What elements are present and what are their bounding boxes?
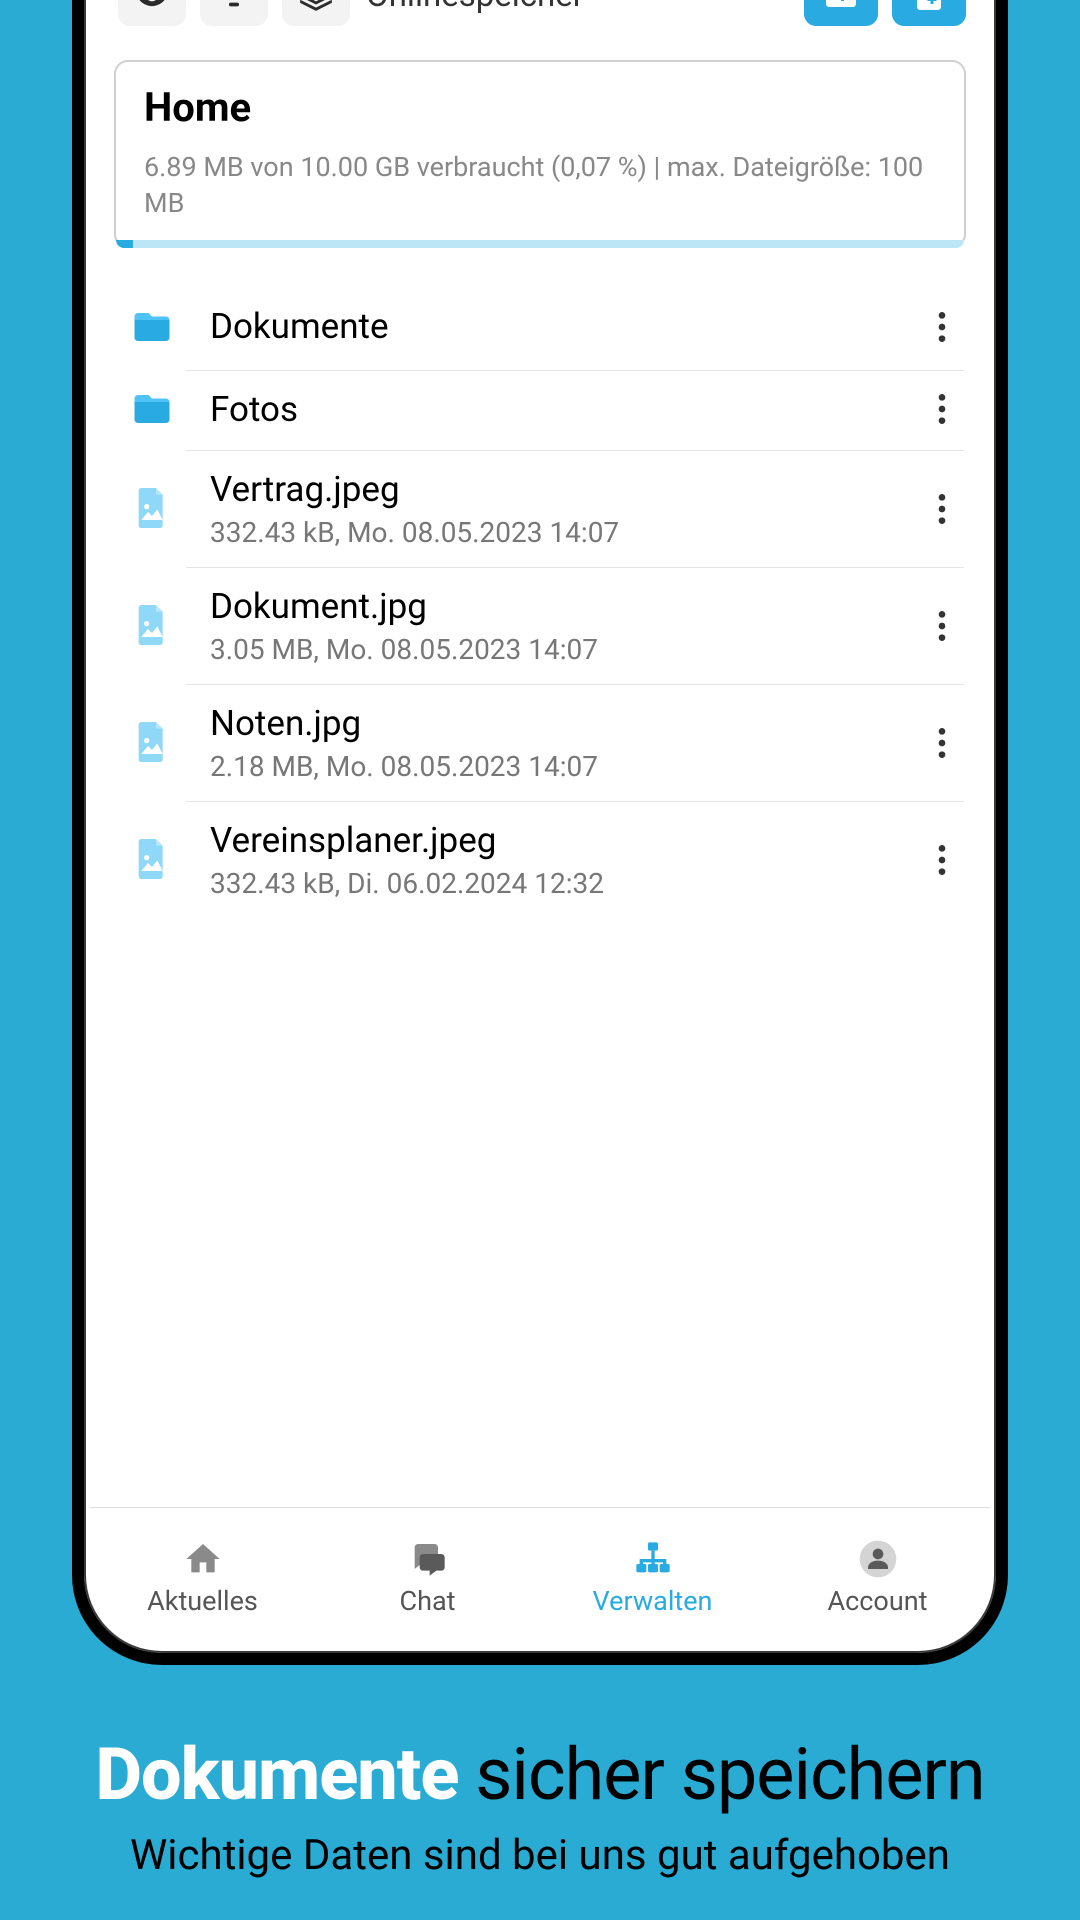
more-icon <box>938 394 946 424</box>
storage-summary-card: Home 6.89 MB von 10.00 GB verbraucht (0,… <box>114 60 966 248</box>
account-icon <box>856 1539 900 1579</box>
item-menu-button[interactable] <box>920 728 964 758</box>
row-icon-wrap <box>118 722 186 762</box>
item-menu-button[interactable] <box>920 394 964 424</box>
manage-icon <box>631 1539 675 1579</box>
item-menu-button[interactable] <box>920 611 964 641</box>
row-body: Vereinsplaner.jpeg 332.43 kB, Di. 06.02.2… <box>186 801 964 918</box>
item-meta: 332.43 kB, Mo. 08.05.2023 14:07 <box>210 516 920 549</box>
phone-frame: Onlinespeicher Home 6.89 MB von 10.00 GB… <box>72 0 1008 1665</box>
eye-icon <box>133 0 171 14</box>
promo-headline-bold: Dokumente <box>95 1732 458 1817</box>
row-icon-wrap <box>118 839 186 879</box>
image-file-icon <box>136 605 168 645</box>
folder-row[interactable]: Dokumente <box>98 286 982 368</box>
item-menu-button[interactable] <box>920 845 964 875</box>
promo-headline: Dokumente sicher speichern <box>36 1732 1044 1817</box>
file-row[interactable]: Noten.jpg 2.18 MB, Mo. 08.05.2023 14:07 <box>98 684 982 801</box>
phone-screen: Onlinespeicher Home 6.89 MB von 10.00 GB… <box>90 0 990 1647</box>
nav-label: Verwalten <box>593 1585 713 1617</box>
item-name: Vertrag.jpeg <box>210 469 920 510</box>
promo-subline: Wichtige Daten sind bei uns gut aufgehob… <box>36 1831 1044 1880</box>
folder-row[interactable]: Fotos <box>98 368 982 450</box>
row-text: Vereinsplaner.jpeg 332.43 kB, Di. 06.02.2… <box>210 820 920 900</box>
row-icon-wrap <box>118 306 186 348</box>
layers-button[interactable] <box>282 0 350 26</box>
file-row[interactable]: Vertrag.jpeg 332.43 kB, Mo. 08.05.2023 14… <box>98 450 982 567</box>
breadcrumb-home[interactable]: Home <box>144 84 936 131</box>
row-text: Dokumente <box>210 306 920 347</box>
row-body: Dokument.jpg 3.05 MB, Mo. 08.05.2023 14:0… <box>186 567 964 684</box>
item-name: Dokument.jpg <box>210 586 920 627</box>
storage-usage-text: 6.89 MB von 10.00 GB verbraucht (0,07 %)… <box>144 149 936 222</box>
item-name: Noten.jpg <box>210 703 920 744</box>
image-file-icon <box>136 722 168 762</box>
more-icon <box>938 312 946 342</box>
item-name: Dokumente <box>210 306 920 347</box>
item-menu-button[interactable] <box>920 312 964 342</box>
folder-icon <box>131 306 173 348</box>
filter-icon <box>215 0 253 14</box>
more-icon <box>938 728 946 758</box>
file-row[interactable]: Vereinsplaner.jpeg 332.43 kB, Di. 06.02.2… <box>98 801 982 918</box>
nav-label: Account <box>828 1585 928 1617</box>
file-list: Dokumente Fotos Vertrag.jpeg 332.43 kB, Mo.… <box>90 258 990 1507</box>
more-icon <box>938 845 946 875</box>
more-icon <box>938 611 946 641</box>
row-icon-wrap <box>118 488 186 528</box>
image-file-icon <box>136 488 168 528</box>
image-file-icon <box>136 839 168 879</box>
chat-icon <box>406 1539 450 1579</box>
bottom-nav: Aktuelles Chat Verwalten Account <box>90 1507 990 1647</box>
toolbar: Onlinespeicher <box>90 0 990 50</box>
file-row[interactable]: Dokument.jpg 3.05 MB, Mo. 08.05.2023 14:0… <box>98 567 982 684</box>
row-text: Fotos <box>210 389 920 430</box>
layers-icon <box>297 0 335 14</box>
folder-icon <box>131 388 173 430</box>
more-icon <box>938 494 946 524</box>
nav-chat[interactable]: Chat <box>315 1508 540 1647</box>
nav-account[interactable]: Account <box>765 1508 990 1647</box>
nav-label: Aktuelles <box>147 1585 258 1617</box>
promo-area: Dokumente sicher speichern Wichtige Date… <box>0 1732 1080 1880</box>
row-body: Fotos <box>186 370 964 448</box>
item-meta: 3.05 MB, Mo. 08.05.2023 14:07 <box>210 633 920 666</box>
nav-label: Chat <box>400 1585 456 1617</box>
preview-button[interactable] <box>118 0 186 26</box>
row-body: Vertrag.jpeg 332.43 kB, Mo. 08.05.2023 14… <box>186 450 964 567</box>
nav-aktuelles[interactable]: Aktuelles <box>90 1508 315 1647</box>
row-text: Vertrag.jpeg 332.43 kB, Mo. 08.05.2023 14… <box>210 469 920 549</box>
row-text: Dokument.jpg 3.05 MB, Mo. 08.05.2023 14:0… <box>210 586 920 666</box>
row-body: Noten.jpg 2.18 MB, Mo. 08.05.2023 14:07 <box>186 684 964 801</box>
row-text: Noten.jpg 2.18 MB, Mo. 08.05.2023 14:07 <box>210 703 920 783</box>
item-menu-button[interactable] <box>920 494 964 524</box>
new-file-button[interactable] <box>892 0 966 26</box>
folder-plus-icon <box>823 0 859 13</box>
file-plus-icon <box>911 0 947 13</box>
row-icon-wrap <box>118 388 186 430</box>
row-body: Dokumente <box>186 288 964 365</box>
item-name: Vereinsplaner.jpeg <box>210 820 920 861</box>
item-meta: 332.43 kB, Di. 06.02.2024 12:32 <box>210 867 920 900</box>
filter-button[interactable] <box>200 0 268 26</box>
new-folder-button[interactable] <box>804 0 878 26</box>
row-icon-wrap <box>118 605 186 645</box>
storage-label: Onlinespeicher <box>366 0 584 15</box>
item-meta: 2.18 MB, Mo. 08.05.2023 14:07 <box>210 750 920 783</box>
home-icon <box>181 1539 225 1579</box>
item-name: Fotos <box>210 389 920 430</box>
promo-headline-rest: sicher speichern <box>458 1732 984 1817</box>
nav-verwalten[interactable]: Verwalten <box>540 1508 765 1647</box>
